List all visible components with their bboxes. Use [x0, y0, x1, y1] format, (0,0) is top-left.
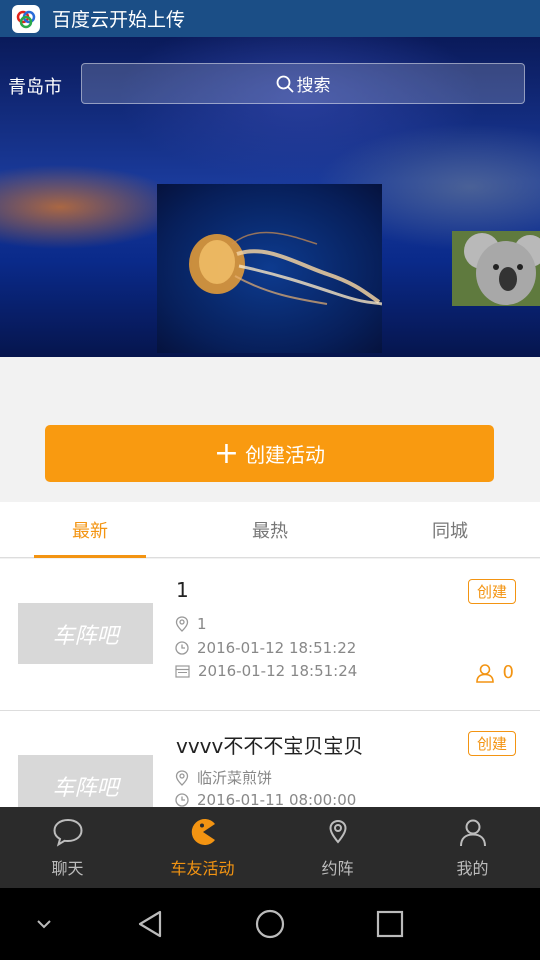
activity-end-time: 2016-01-12 18:51:24	[175, 662, 357, 680]
nav-meetup[interactable]: 约阵	[270, 807, 405, 888]
status-badge: 创建	[467, 579, 516, 604]
location-pin-icon	[175, 769, 189, 786]
bottom-nav: 聊天 车友活动 约阵 我的	[0, 807, 540, 888]
list-item[interactable]: 车阵吧 1 创建 1 2016-01-12 18:51:22 2016-01-1…	[0, 559, 540, 711]
city-selector[interactable]: 青岛市	[8, 73, 62, 99]
plus-icon: +	[213, 435, 240, 471]
activity-title: vvvv不不不宝贝宝贝	[176, 734, 364, 758]
home-icon[interactable]	[255, 888, 285, 960]
system-nav-bar	[0, 888, 540, 960]
banner: 青岛市 搜索	[0, 37, 540, 357]
activity-start-time: 2016-01-12 18:51:22	[175, 639, 356, 657]
location-pin-icon	[328, 819, 347, 844]
person-icon	[475, 663, 494, 683]
tab-latest[interactable]: 最新	[0, 502, 180, 558]
activity-list[interactable]: 车阵吧 1 创建 1 2016-01-12 18:51:22 2016-01-1…	[0, 559, 540, 807]
activity-thumbnail: 车阵吧	[18, 603, 153, 664]
participant-count-text: 0	[502, 662, 514, 683]
nav-meetup-label: 约阵	[321, 858, 354, 878]
nav-chat-label: 聊天	[51, 858, 84, 878]
tab-hottest[interactable]: 最热	[180, 502, 360, 557]
banner-image-koala[interactable]	[452, 231, 540, 306]
activity-location-text: 临沂菜煎饼	[197, 769, 273, 787]
activity-start-time-text: 2016-01-12 18:51:22	[197, 639, 357, 657]
clock-icon	[175, 793, 189, 807]
create-activity-button[interactable]: + 创建活动	[45, 425, 494, 482]
app-title: 百度云开始上传	[52, 9, 186, 31]
activity-start-time-text: 2016-01-11 08:00:00	[197, 791, 357, 807]
search-label: 搜索	[296, 76, 331, 96]
activity-title: 1	[176, 578, 189, 602]
list-item[interactable]: 车阵吧 vvvv不不不宝贝宝贝 创建 临沂菜煎饼 2016-01-11 08:0…	[0, 711, 540, 807]
calendar-icon	[175, 664, 190, 678]
activity-location: 1	[175, 615, 207, 633]
recents-icon[interactable]	[376, 888, 404, 960]
tab-same-city[interactable]: 同城	[360, 502, 540, 557]
participant-count: 0	[475, 662, 514, 683]
create-activity-label: 创建活动	[245, 443, 326, 467]
activity-location: 临沂菜煎饼	[175, 767, 272, 788]
search-bar[interactable]: 搜索	[81, 63, 525, 104]
location-pin-icon	[175, 616, 189, 632]
title-bar: 百度云开始上传	[0, 0, 540, 37]
tab-bar: 最新 最热 同城	[0, 502, 540, 558]
hide-keyboard-icon[interactable]	[36, 888, 52, 960]
search-icon	[276, 75, 294, 93]
activity-start-time: 2016-01-11 08:00:00	[175, 791, 356, 807]
person-icon	[459, 819, 486, 846]
chat-bubble-icon	[52, 818, 83, 847]
baidu-cloud-icon	[12, 4, 40, 33]
banner-image-jellyfish[interactable]	[157, 184, 383, 353]
nav-car-activities[interactable]: 车友活动	[135, 807, 270, 888]
nav-profile[interactable]: 我的	[405, 807, 540, 888]
clock-icon	[175, 641, 189, 655]
status-badge: 创建	[467, 731, 516, 756]
activity-location-text: 1	[197, 615, 207, 633]
nav-chat[interactable]: 聊天	[0, 807, 135, 888]
nav-profile-label: 我的	[456, 858, 489, 878]
activity-thumbnail: 车阵吧	[18, 755, 153, 807]
back-icon[interactable]	[137, 888, 163, 960]
pacman-icon	[191, 818, 215, 845]
nav-car-activities-label: 车友活动	[170, 858, 235, 878]
activity-end-time-text: 2016-01-12 18:51:24	[198, 662, 358, 680]
